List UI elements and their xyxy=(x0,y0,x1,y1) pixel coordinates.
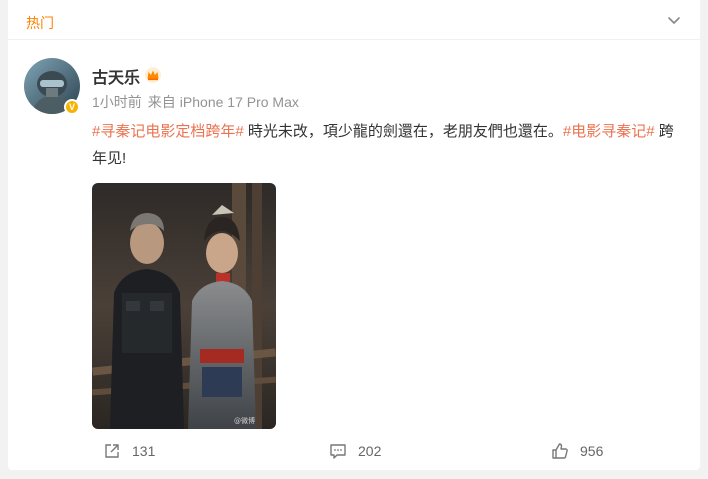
crown-icon[interactable] xyxy=(144,66,162,84)
post-text-segment: 時光未改，項少龍的劍還在，老朋友們也還在。 xyxy=(243,123,563,140)
like-count: 956 xyxy=(580,443,604,459)
hashtag-link[interactable]: #寻秦记电影定档跨年# xyxy=(92,123,244,140)
author-name[interactable]: 古天乐 xyxy=(92,64,140,88)
verified-icon: V xyxy=(64,99,80,115)
post-time[interactable]: 1小时前 xyxy=(92,94,142,110)
image-watermark: @微博 xyxy=(234,416,255,425)
repost-icon xyxy=(105,444,119,458)
comment-button[interactable]: 202 xyxy=(328,438,381,464)
post-photo: @微博 xyxy=(92,183,276,429)
post-image[interactable]: @微博 xyxy=(92,183,276,429)
action-bar: 131 202 956 xyxy=(8,432,700,470)
repost-button[interactable]: 131 xyxy=(102,438,155,464)
post-meta: 1小时前 来自 iPhone 17 Pro Max xyxy=(92,92,299,112)
comment-icon xyxy=(330,444,346,459)
repost-count: 131 xyxy=(132,443,156,459)
hashtag-link[interactable]: #电影寻秦记# xyxy=(563,123,655,140)
comment-count: 202 xyxy=(358,443,382,459)
source-label: 来自 xyxy=(147,94,176,110)
section-title: 热门 xyxy=(26,15,54,31)
post-text: #寻秦记电影定档跨年# 時光未改，項少龍的劍還在，老朋友們也還在。#电影寻秦记#… xyxy=(92,118,682,172)
section-header: 热门 xyxy=(8,0,700,40)
chevron-down-icon[interactable] xyxy=(666,12,682,28)
feed-card: 热门 V 古天乐 1小时前 来自 iPhone 17 Pro Max #寻秦记电… xyxy=(8,0,700,470)
device-name: iPhone 17 Pro Max xyxy=(179,94,299,110)
like-button[interactable]: 956 xyxy=(550,438,603,464)
like-icon xyxy=(552,443,568,459)
